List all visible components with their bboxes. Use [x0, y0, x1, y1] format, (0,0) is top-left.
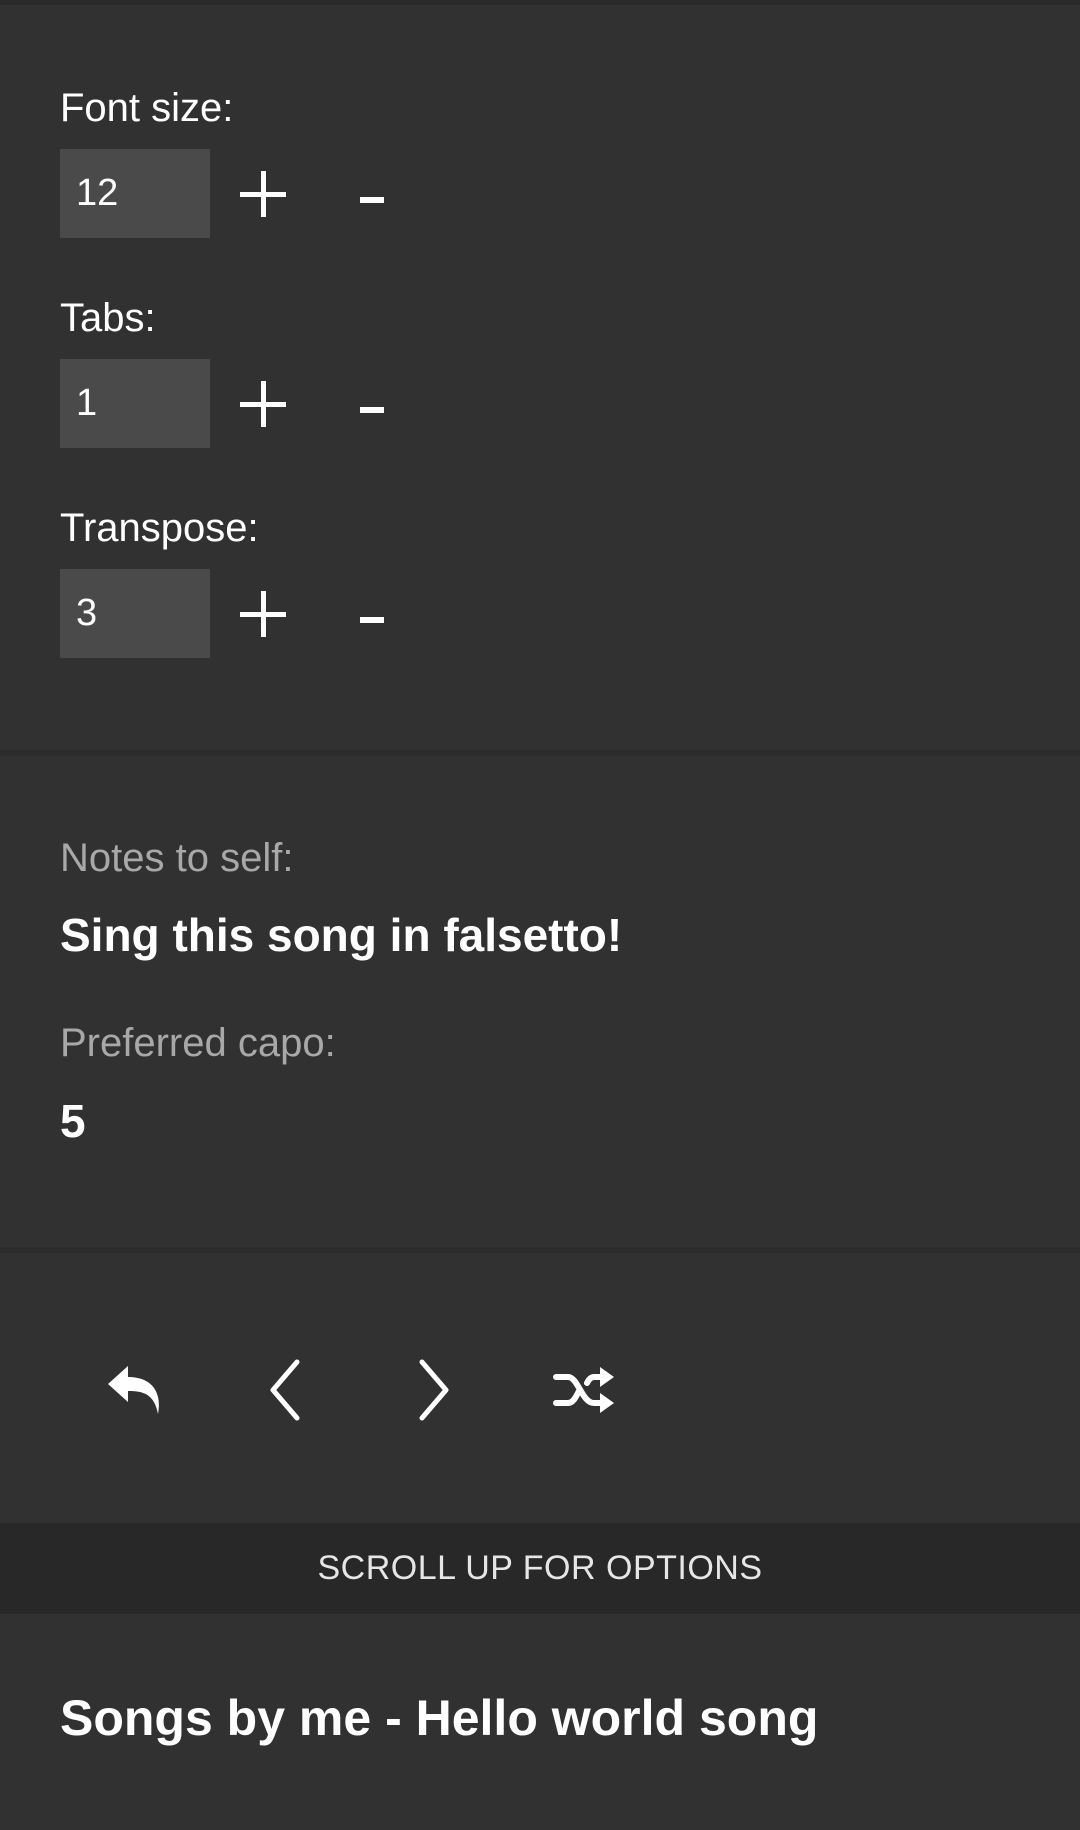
font-size-minus-button[interactable]	[337, 149, 407, 238]
section-divider	[0, 1247, 1080, 1253]
font-size-plus-button[interactable]	[228, 149, 298, 238]
chevron-left-icon	[270, 1359, 300, 1421]
tabs-minus-button[interactable]	[337, 359, 407, 448]
transpose-input[interactable]: 3	[60, 569, 210, 658]
transpose-minus-button[interactable]	[337, 569, 407, 658]
scroll-up-banner[interactable]: SCROLL UP FOR OPTIONS	[0, 1523, 1080, 1614]
capo-label: Preferred capo:	[60, 1021, 336, 1065]
shuffle-icon	[553, 1367, 614, 1413]
notes-label: Notes to self:	[60, 836, 294, 880]
minus-icon	[360, 406, 384, 413]
next-button[interactable]	[389, 1345, 479, 1435]
notes-value: Sing this song in falsetto!	[60, 909, 623, 961]
previous-button[interactable]	[240, 1345, 330, 1435]
font-size-label: Font size:	[60, 86, 234, 130]
capo-value: 5	[60, 1095, 86, 1147]
song-title: Songs by me - Hello world song	[60, 1690, 819, 1746]
back-button[interactable]	[90, 1345, 180, 1435]
section-divider	[0, 750, 1080, 756]
song-screen: Font size: 12 Tabs: 1 Transpose: 3 Notes…	[0, 0, 1080, 1830]
plus-icon	[240, 590, 286, 637]
tabs-plus-button[interactable]	[228, 359, 298, 448]
reply-icon	[108, 1366, 159, 1414]
tabs-input[interactable]: 1	[60, 359, 210, 448]
transpose-label: Transpose:	[60, 506, 259, 550]
minus-icon	[360, 196, 384, 203]
plus-icon	[240, 170, 286, 217]
transpose-plus-button[interactable]	[228, 569, 298, 658]
plus-icon	[240, 380, 286, 427]
chevron-right-icon	[419, 1359, 449, 1421]
minus-icon	[360, 616, 384, 623]
font-size-input[interactable]: 12	[60, 149, 210, 238]
shuffle-button[interactable]	[539, 1345, 629, 1435]
tabs-label: Tabs:	[60, 296, 156, 340]
settings-panel: Font size: 12 Tabs: 1 Transpose: 3	[0, 5, 1080, 750]
